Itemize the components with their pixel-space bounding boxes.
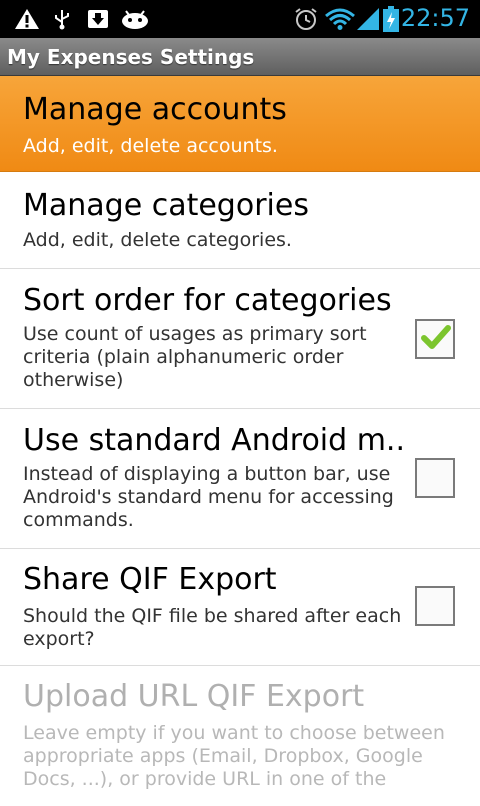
- battery-charging-icon: [383, 6, 399, 32]
- summary-line: Docs, ...), or provide URL in one of the: [23, 768, 387, 790]
- pref-summary: Add, edit, delete accounts.: [23, 135, 278, 157]
- alarm-icon: [295, 8, 317, 30]
- pref-manage-accounts[interactable]: Manage accounts Add, edit, delete accoun…: [0, 76, 480, 172]
- pref-summary: Should the QIF file be shared after each…: [23, 605, 401, 651]
- summary-line: otherwise): [23, 369, 124, 391]
- pref-sort-order[interactable]: Sort order for categories Use count of u…: [0, 269, 480, 409]
- summary-line: export?: [23, 628, 95, 650]
- download-icon: [88, 10, 108, 28]
- checkmark-icon: [421, 325, 451, 349]
- pref-title: Use standard Android m..: [23, 423, 406, 458]
- pref-title: Upload URL QIF Export: [23, 679, 365, 714]
- pref-title: Sort order for categories: [23, 283, 392, 318]
- summary-line: Use count of usages as primary sort: [23, 323, 367, 345]
- signal-icon: [357, 8, 379, 30]
- summary-line: Leave empty if you want to choose betwee…: [23, 722, 445, 744]
- pref-title: Share QIF Export: [23, 562, 277, 597]
- summary-line: Instead of displaying a button bar, use: [23, 463, 391, 485]
- summary-line: appropriate apps (Email, Dropbox, Google: [23, 745, 423, 767]
- pref-summary: Use count of usages as primary sort crit…: [23, 323, 367, 392]
- app-bar: My Expenses Settings: [0, 38, 480, 76]
- preference-list: Manage accounts Add, edit, delete accoun…: [0, 76, 480, 806]
- clock: 22:57: [400, 4, 470, 32]
- warning-icon: [15, 9, 39, 29]
- wifi-icon: [325, 8, 355, 30]
- android-debug-icon: [122, 10, 148, 29]
- pref-manage-categories[interactable]: Manage categories Add, edit, delete cate…: [0, 172, 480, 269]
- summary-line: criteria (plain alphanumeric order: [23, 346, 344, 368]
- share-qif-checkbox[interactable]: [415, 586, 455, 626]
- page-title: My Expenses Settings: [7, 45, 255, 69]
- usb-icon: [55, 10, 69, 30]
- summary-line: Android's standard menu for accessing: [23, 486, 394, 508]
- sort-order-checkbox[interactable]: [415, 319, 455, 359]
- pref-summary: Leave empty if you want to choose betwee…: [23, 722, 445, 791]
- summary-line: commands.: [23, 509, 134, 531]
- pref-summary: Instead of displaying a button bar, use …: [23, 463, 394, 532]
- pref-title: Manage accounts: [23, 92, 287, 127]
- standard-menu-checkbox[interactable]: [415, 458, 455, 498]
- pref-standard-menu[interactable]: Use standard Android m.. Instead of disp…: [0, 409, 480, 549]
- status-bar: 22:57: [0, 0, 480, 38]
- pref-summary: Add, edit, delete categories.: [23, 229, 292, 251]
- summary-line: Should the QIF file be shared after each: [23, 605, 402, 627]
- pref-upload-url: Upload URL QIF Export Leave empty if you…: [0, 666, 480, 806]
- pref-share-qif[interactable]: Share QIF Export Should the QIF file be …: [0, 549, 480, 666]
- pref-title: Manage categories: [23, 188, 309, 223]
